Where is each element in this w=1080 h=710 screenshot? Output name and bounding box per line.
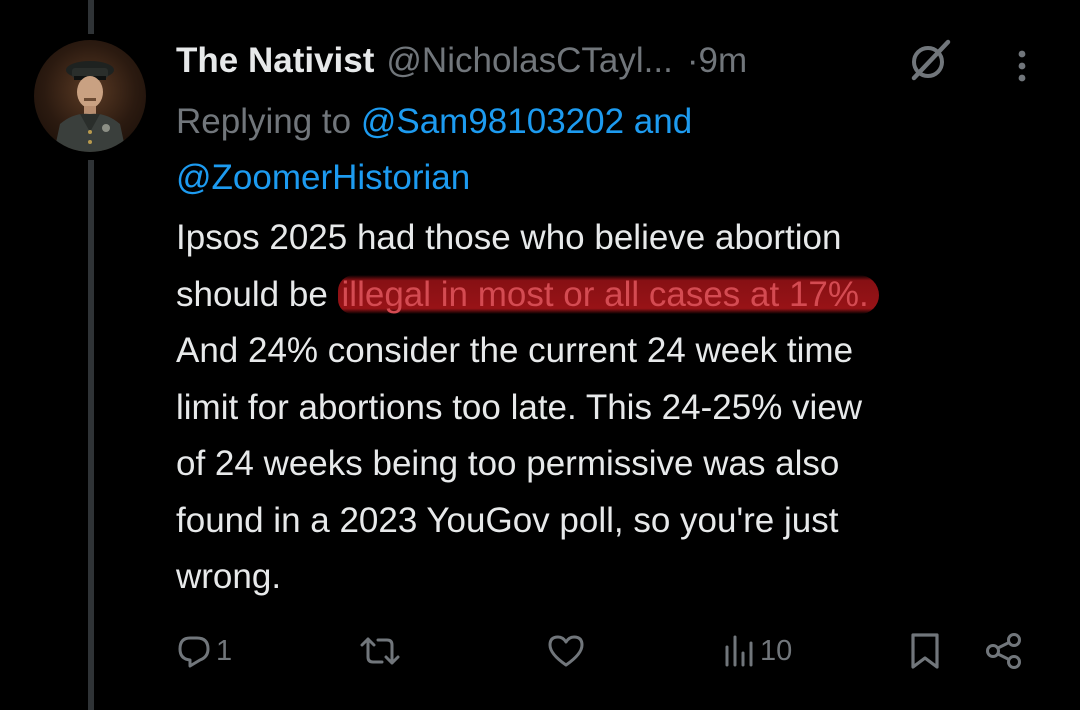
- tweet-header: The Nativist @NicholasCTayl... ·9m: [176, 36, 747, 86]
- tweet-text-line: wrong.: [176, 557, 282, 596]
- heart-icon: [548, 635, 584, 667]
- highlighted-text: illegal in most or all cases at 17%.: [337, 274, 879, 314]
- reply-icon: [178, 636, 210, 668]
- views-count: 10: [760, 634, 793, 667]
- retweet-button[interactable]: [358, 626, 402, 676]
- reply-count: 1: [216, 634, 233, 667]
- views-button[interactable]: 10: [722, 626, 792, 676]
- mention-link[interactable]: @ZoomerHistorian: [176, 158, 470, 197]
- timestamp[interactable]: ·9m: [687, 41, 747, 81]
- reply-button[interactable]: 1: [176, 626, 232, 676]
- bookmark-icon: [911, 633, 939, 669]
- action-bar: 1 10: [0, 626, 1080, 676]
- separator-dot: ·: [686, 41, 699, 80]
- tweet-text: Ipsos 2025 had those who believe abortio…: [176, 210, 1046, 606]
- share-button[interactable]: [984, 626, 1024, 676]
- replying-to-label: Replying to: [176, 102, 352, 141]
- time-label: 9m: [698, 41, 748, 80]
- mention-and[interactable]: and: [634, 102, 692, 141]
- replying-to: Replying to @Sam98103202 and @ZoomerHist…: [176, 94, 1036, 206]
- user-handle[interactable]: @NicholasCTayl...: [386, 41, 672, 81]
- bookmark-button[interactable]: [908, 626, 942, 676]
- share-icon: [986, 633, 1021, 669]
- grok-icon[interactable]: [904, 36, 956, 84]
- more-options-icon[interactable]: [1010, 46, 1034, 86]
- views-icon: [725, 635, 753, 667]
- mention-link[interactable]: @Sam98103202: [361, 102, 624, 141]
- avatar-portrait: [54, 61, 126, 152]
- avatar[interactable]: [34, 40, 146, 152]
- tweet-text-line: should be illegal in most or all cases a…: [176, 267, 1046, 324]
- tweet-text-line: found in a 2023 YouGov poll, so you're j…: [176, 500, 839, 540]
- tweet-text-line: limit for abortions too late. This 24-25…: [176, 387, 863, 427]
- tweet-text-line: And 24% consider the current 24 week tim…: [176, 331, 854, 370]
- display-name[interactable]: The Nativist: [176, 41, 374, 81]
- tweet-text-line: Ipsos 2025 had those who believe abortio…: [176, 218, 842, 257]
- like-button[interactable]: [546, 626, 586, 676]
- tweet-text-line: of 24 weeks being too permissive was als…: [176, 444, 840, 483]
- retweet-icon: [360, 637, 400, 665]
- thread-line-top: [88, 0, 94, 34]
- tweet-text-fragment: should be: [176, 274, 338, 314]
